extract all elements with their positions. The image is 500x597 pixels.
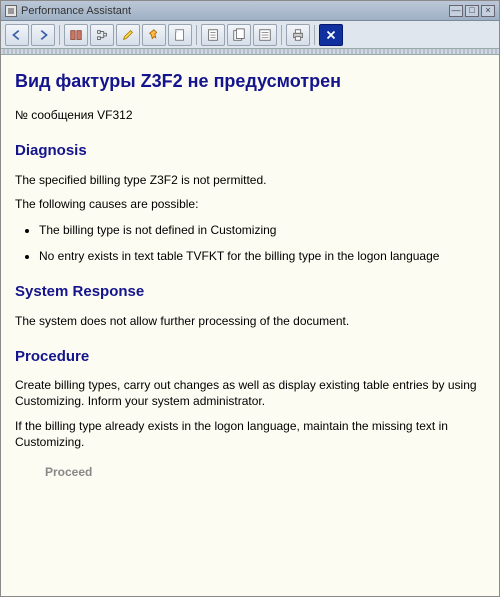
list-icon bbox=[258, 28, 272, 42]
list-item: No entry exists in text table TVFKT for … bbox=[39, 248, 485, 264]
close-window-button[interactable]: × bbox=[481, 5, 495, 17]
print-button[interactable] bbox=[286, 24, 310, 46]
close-help-button[interactable] bbox=[319, 24, 343, 46]
toolbar bbox=[1, 21, 499, 49]
note-button[interactable] bbox=[168, 24, 192, 46]
page-title: Вид фактуры Z3F2 не предусмотрен bbox=[15, 69, 485, 93]
edit-button[interactable] bbox=[116, 24, 140, 46]
help-content: Вид фактуры Z3F2 не предусмотрен № сообщ… bbox=[1, 55, 499, 596]
procedure-text: Create billing types, carry out changes … bbox=[15, 377, 485, 409]
document-icon bbox=[206, 28, 220, 42]
book-icon bbox=[69, 28, 83, 42]
window-title: Performance Assistant bbox=[21, 5, 131, 17]
diagnosis-text: The specified billing type Z3F2 is not p… bbox=[15, 172, 485, 188]
list-button[interactable] bbox=[253, 24, 277, 46]
print-icon bbox=[291, 28, 305, 42]
back-button[interactable] bbox=[5, 24, 29, 46]
arrow-left-icon bbox=[10, 28, 24, 42]
pencil-icon bbox=[121, 28, 135, 42]
toolbar-separator bbox=[59, 25, 60, 45]
help-book-button[interactable] bbox=[64, 24, 88, 46]
documents-icon bbox=[232, 28, 246, 42]
forward-button[interactable] bbox=[31, 24, 55, 46]
tech-info-button[interactable] bbox=[90, 24, 114, 46]
procedure-heading: Procedure bbox=[15, 347, 485, 367]
system-response-heading: System Response bbox=[15, 282, 485, 302]
toolbar-separator bbox=[314, 25, 315, 45]
performance-assistant-window: Performance Assistant — □ × bbox=[0, 0, 500, 597]
diagnosis-heading: Diagnosis bbox=[15, 141, 485, 161]
diagnosis-causes-intro: The following causes are possible: bbox=[15, 196, 485, 212]
message-number: № сообщения VF312 bbox=[15, 107, 485, 123]
toolbar-separator bbox=[281, 25, 282, 45]
document-button[interactable] bbox=[201, 24, 225, 46]
customizing-button[interactable] bbox=[142, 24, 166, 46]
proceed-link[interactable]: Proceed bbox=[45, 464, 485, 480]
tree-icon bbox=[95, 28, 109, 42]
pin-icon bbox=[147, 28, 161, 42]
procedure-text: If the billing type already exists in th… bbox=[15, 418, 485, 450]
app-icon bbox=[5, 5, 17, 17]
documents-button[interactable] bbox=[227, 24, 251, 46]
note-icon bbox=[173, 28, 187, 42]
system-response-text: The system does not allow further proces… bbox=[15, 313, 485, 329]
list-item: The billing type is not defined in Custo… bbox=[39, 222, 485, 238]
arrow-right-icon bbox=[36, 28, 50, 42]
diagnosis-causes-list: The billing type is not defined in Custo… bbox=[39, 222, 485, 264]
minimize-button[interactable]: — bbox=[449, 5, 463, 17]
toolbar-separator bbox=[196, 25, 197, 45]
maximize-button[interactable]: □ bbox=[465, 5, 479, 17]
close-icon bbox=[324, 28, 338, 42]
titlebar: Performance Assistant — □ × bbox=[1, 1, 499, 21]
